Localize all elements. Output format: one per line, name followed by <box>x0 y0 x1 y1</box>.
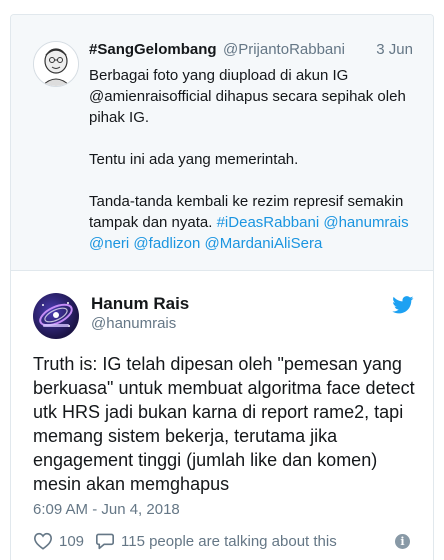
tweet-timestamp[interactable]: 6:09 AM - Jun 4, 2018 <box>33 501 180 518</box>
like-count[interactable]: 109 <box>59 533 84 550</box>
quoted-tweet-body: Berbagai foto yang diupload di akun IG @… <box>89 65 425 254</box>
quoted-author-name[interactable]: #SangGelombang <box>89 41 217 58</box>
quoted-author-avatar[interactable] <box>33 41 79 87</box>
quoted-author-handle[interactable]: @PrijantoRabbani <box>223 41 345 58</box>
author-name[interactable]: Hanum Rais <box>91 294 189 314</box>
quoted-paragraph-1: Berbagai foto yang diupload di akun IG @… <box>89 67 406 126</box>
galaxy-avatar-icon <box>39 302 73 327</box>
comment-bubble-icon[interactable] <box>95 532 115 550</box>
quoted-tweet[interactable]: #SangGelombang @PrijantoRabbani 3 Jun Be… <box>11 15 433 271</box>
heart-icon[interactable] <box>33 532 53 550</box>
talking-about-link[interactable]: 115 people are talking about this <box>121 533 337 550</box>
author-avatar[interactable] <box>33 293 79 339</box>
embedded-tweet-card: #SangGelombang @PrijantoRabbani 3 Jun Be… <box>10 14 434 560</box>
quoted-paragraph-2: Tentu ini ada yang memerintah. <box>89 151 299 168</box>
quoted-tweet-header: #SangGelombang @PrijantoRabbani 3 Jun <box>89 41 419 61</box>
author-handle[interactable]: @hanumrais <box>91 315 176 332</box>
quoted-tweet-date[interactable]: 3 Jun <box>376 41 413 58</box>
tweet-actions: 109 115 people are talking about this i <box>33 529 423 553</box>
mention-link[interactable]: @fadlizon <box>133 235 200 252</box>
tweet-text: Truth is: IG telah dipesan oleh "pemesan… <box>33 354 415 494</box>
mention-link[interactable]: @hanumrais <box>323 214 408 231</box>
mention-link[interactable]: @neri <box>89 235 129 252</box>
twitter-bird-icon[interactable] <box>392 296 414 314</box>
mention-link[interactable]: @MardaniAliSera <box>205 235 323 252</box>
hashtag-link[interactable]: #iDeasRabbani <box>217 214 320 231</box>
quoted-paragraph-3: Tanda-tanda kembali ke rezim represif se… <box>89 191 425 254</box>
caricature-avatar-icon <box>34 42 78 86</box>
info-icon[interactable]: i <box>395 534 410 549</box>
